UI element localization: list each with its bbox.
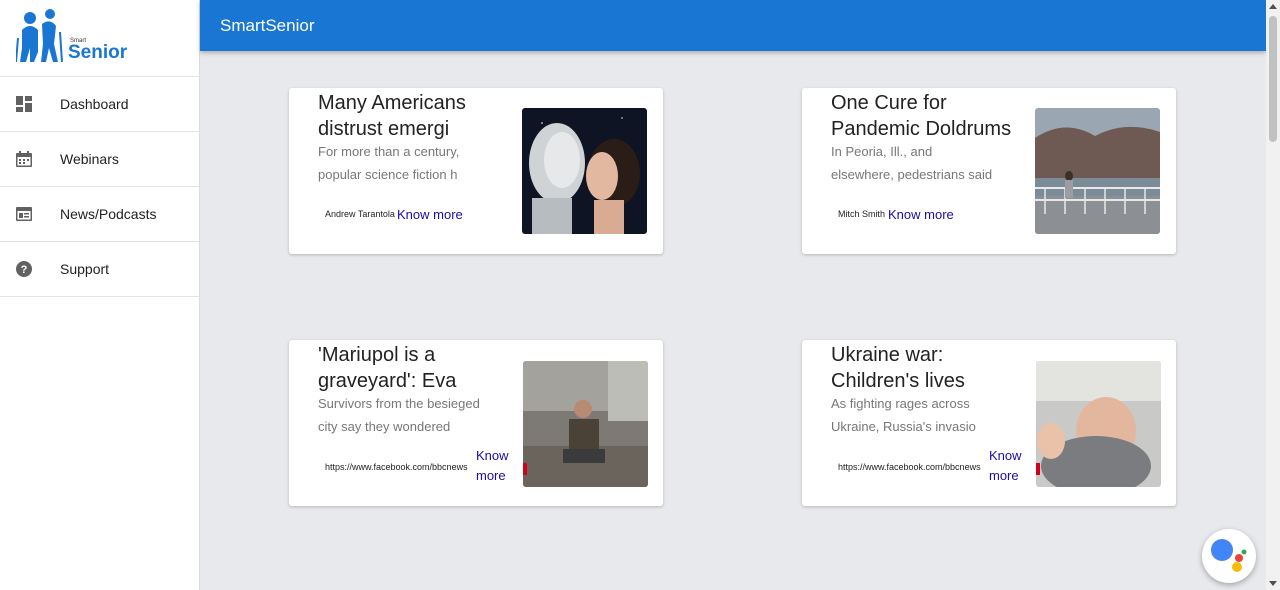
sidebar-item-support[interactable]: ? Support bbox=[0, 242, 199, 297]
news-card-author: https://www.facebook.com/bbcnews bbox=[838, 462, 981, 472]
scroll-up-icon[interactable] bbox=[1269, 4, 1277, 9]
sidebar-item-news-podcasts[interactable]: News/Podcasts bbox=[0, 187, 199, 242]
svg-text:?: ? bbox=[21, 264, 28, 276]
news-card-description: In Peoria, Ill., and elsewhere, pedestri… bbox=[831, 144, 993, 182]
riverside-walkway-photo bbox=[1035, 108, 1160, 234]
app-bar: SmartSenior bbox=[200, 0, 1266, 51]
news-card-headline: Many Americans distrust emergi bbox=[318, 92, 466, 140]
news-card-author: Andrew Tarantola bbox=[325, 209, 395, 219]
child-in-hospital-photo bbox=[1036, 361, 1161, 487]
sidebar-item-label: Support bbox=[60, 261, 110, 277]
know-more-link[interactable]: Know more bbox=[476, 446, 516, 486]
news-card-description: For more than a century, popular science… bbox=[318, 144, 460, 182]
red-tag-marker bbox=[523, 463, 527, 475]
newspaper-icon bbox=[16, 206, 32, 222]
news-card: Ukraine war: Children's lives As fightin… bbox=[802, 340, 1176, 506]
scroll-down-icon[interactable] bbox=[1269, 581, 1277, 586]
logo-large-text: Senior bbox=[68, 42, 128, 63]
scrollbar-thumb[interactable] bbox=[1269, 16, 1277, 142]
know-more-link[interactable]: Know more bbox=[888, 205, 954, 225]
sidebar: Smart Senior Dashboard Webinars News/Pod… bbox=[0, 0, 200, 590]
man-sitting-in-rubble-photo bbox=[523, 361, 648, 487]
sidebar-item-label: Dashboard bbox=[60, 96, 129, 112]
page-scrollbar[interactable] bbox=[1266, 0, 1280, 590]
news-card-author: Mitch Smith bbox=[838, 209, 886, 219]
sidebar-item-label: Webinars bbox=[60, 151, 119, 167]
news-card-description: Survivors from the besieged city say the… bbox=[318, 396, 480, 434]
robot-and-woman-photo bbox=[522, 108, 647, 234]
news-card: One Cure for Pandemic Doldrums In Peoria… bbox=[802, 88, 1176, 254]
google-assistant-icon bbox=[1211, 539, 1247, 572]
seniors-logo-icon bbox=[16, 9, 63, 63]
assistant-button[interactable] bbox=[1202, 529, 1256, 583]
news-card-author: https://www.facebook.com/bbcnews bbox=[325, 462, 468, 472]
know-more-link[interactable]: Know more bbox=[397, 205, 463, 225]
dashboard-icon bbox=[16, 96, 32, 112]
sidebar-item-dashboard[interactable]: Dashboard bbox=[0, 77, 199, 132]
news-card-headline: 'Mariupol is a graveyard': Eva bbox=[318, 344, 457, 392]
sidebar-item-webinars[interactable]: Webinars bbox=[0, 132, 199, 187]
red-tag-marker bbox=[1036, 463, 1040, 475]
news-card: 'Mariupol is a graveyard': Eva Survivors… bbox=[289, 340, 663, 506]
news-card-headline: One Cure for Pandemic Doldrums bbox=[831, 92, 1012, 140]
news-card-headline: Ukraine war: Children's lives bbox=[831, 344, 965, 392]
smartsenior-logo[interactable]: Smart Senior bbox=[0, 0, 199, 77]
news-card: Many Americans distrust emergi For more … bbox=[289, 88, 663, 254]
news-card-description: As fighting rages across Ukraine, Russia… bbox=[831, 396, 976, 434]
sidebar-item-label: News/Podcasts bbox=[60, 206, 157, 222]
help-icon: ? bbox=[16, 261, 32, 277]
app-title: SmartSenior bbox=[220, 16, 315, 35]
know-more-link[interactable]: Know more bbox=[989, 446, 1029, 486]
calendar-icon bbox=[16, 151, 32, 167]
